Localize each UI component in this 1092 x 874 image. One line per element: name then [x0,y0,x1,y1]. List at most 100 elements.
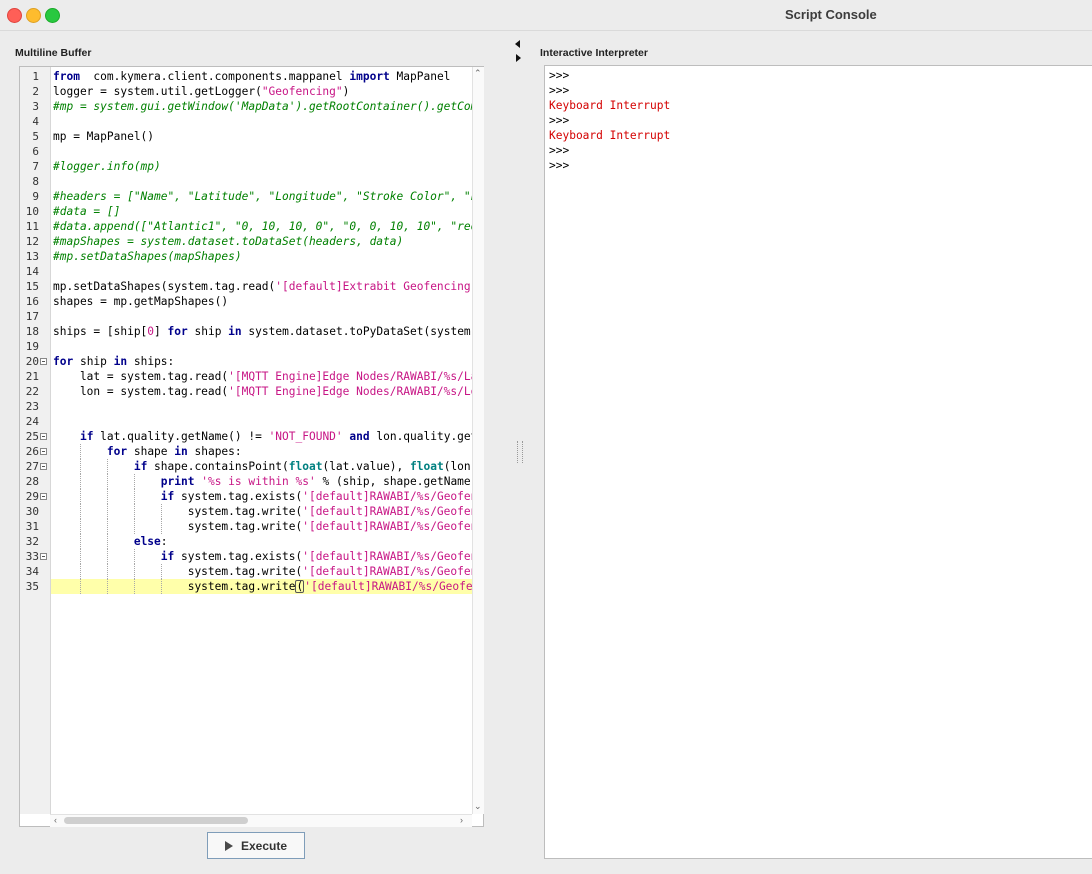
code-token: system.tag.write [53,580,296,593]
code-token: lon = system.tag.read( [53,385,229,398]
code-line[interactable]: #headers = ["Name", "Latitude", "Longitu… [51,189,472,204]
line-number: 25 [25,430,39,443]
code-token: if [79,430,94,443]
code-token: #mapShapes = system.dataset.toDataSet(he… [53,235,404,248]
code-area[interactable]: from com.kymera.client.components.mappan… [51,67,472,814]
execute-button[interactable]: Execute [207,832,305,859]
code-line[interactable]: #data = [] [51,204,472,219]
collapse-left-icon[interactable] [515,40,520,48]
vertical-scrollbar[interactable]: ⌃ ⌄ [472,67,484,814]
code-line[interactable]: #mapShapes = system.dataset.toDataSet(he… [51,234,472,249]
code-line[interactable] [51,309,472,324]
code-text: #logger.info(mp) [53,159,161,174]
code-line[interactable]: system.tag.write('[default]RAWABI/%s/Geo… [51,519,472,534]
line-number: 14 [25,265,39,278]
fold-toggle-icon[interactable] [40,448,47,455]
line-number: 1 [32,70,39,83]
code-line[interactable]: else: [51,534,472,549]
code-token: % (ship, shape.getName()) [322,475,472,488]
code-token: system.tag.write( [53,565,303,578]
code-line[interactable]: if system.tag.exists('[default]RAWABI/%s… [51,549,472,564]
code-line[interactable]: shapes = mp.getMapShapes() [51,294,472,309]
code-line[interactable] [51,264,472,279]
code-token: #mp.setDataShapes(mapShapes) [53,250,242,263]
fold-toggle-icon[interactable] [40,358,47,365]
code-line[interactable]: from com.kymera.client.components.mappan… [51,69,472,84]
code-line[interactable]: ships = [ship[0] for ship in system.data… [51,324,472,339]
code-line[interactable]: for ship in ships: [51,354,472,369]
line-number: 6 [32,145,39,158]
code-line[interactable]: for shape in shapes: [51,444,472,459]
code-line[interactable]: lon = system.tag.read('[MQTT Engine]Edge… [51,384,472,399]
fold-toggle-icon[interactable] [40,463,47,470]
code-token: print [160,475,195,488]
code-token: else [133,535,161,548]
code-line[interactable]: print '%s is within %s' % (ship, shape.g… [51,474,472,489]
title-bar: Script Console [0,0,1092,31]
multiline-buffer-label: Multiline Buffer [15,47,92,59]
code-token: if [133,460,148,473]
code-line[interactable]: #mp.setDataShapes(mapShapes) [51,249,472,264]
line-number: 35 [25,580,39,593]
code-text: for ship in ships: [53,354,174,369]
scroll-left-icon[interactable]: ‹ [54,815,57,825]
code-line[interactable] [51,339,472,354]
code-token: '[default]RAWABI/%s/Geofence' [302,520,472,533]
fold-toggle-icon[interactable] [40,493,47,500]
code-line[interactable]: mp.setDataShapes(system.tag.read('[defau… [51,279,472,294]
code-text: lon = system.tag.read('[MQTT Engine]Edge… [53,384,472,399]
code-line[interactable]: if shape.containsPoint(float(lat.value),… [51,459,472,474]
code-line[interactable]: lat = system.tag.read('[MQTT Engine]Edge… [51,369,472,384]
code-line[interactable]: logger = system.util.getLogger("Geofenci… [51,84,472,99]
code-token: logger = system.util.getLogger( [53,85,262,98]
scroll-right-icon[interactable]: › [460,815,463,825]
code-line[interactable]: #data.append(["Atlantic1", "0, 10, 10, 0… [51,219,472,234]
code-line[interactable]: system.tag.write('[default]RAWABI/%s/Geo… [51,564,472,579]
code-token: ] [154,325,168,338]
horizontal-scrollbar[interactable]: ‹ › [50,814,472,827]
code-token: system.tag.write( [53,520,303,533]
code-token: MapPanel [389,70,451,83]
window-title: Script Console [785,7,877,22]
code-token: ship [187,325,229,338]
line-number: 30 [25,505,39,518]
minimize-window-icon[interactable] [26,8,41,23]
splitter-grip[interactable] [517,441,523,463]
scroll-down-icon[interactable]: ⌄ [474,801,482,811]
fold-toggle-icon[interactable] [40,553,47,560]
line-number: 8 [32,175,39,188]
code-line[interactable]: #mp = system.gui.getWindow('MapData').ge… [51,99,472,114]
code-text: mp = MapPanel() [53,129,154,144]
code-line[interactable]: system.tag.write('[default]RAWABI/%s/Geo… [51,504,472,519]
code-line[interactable]: #logger.info(mp) [51,159,472,174]
horizontal-scroll-thumb[interactable] [64,817,248,824]
code-line[interactable] [51,174,472,189]
maximize-window-icon[interactable] [45,8,60,23]
code-line[interactable] [51,414,472,429]
code-token: float [288,460,323,473]
line-number: 7 [32,160,39,173]
close-window-icon[interactable] [7,8,22,23]
code-line[interactable] [51,114,472,129]
code-token: system.dataset.toPyDataSet(system.tag [248,325,472,338]
scroll-up-icon[interactable]: ⌃ [474,68,482,78]
code-line[interactable]: system.tag.write('[default]RAWABI/%s/Geo… [51,579,472,594]
line-number: 11 [25,220,39,233]
code-line[interactable] [51,144,472,159]
code-line[interactable]: if lat.quality.getName() != 'NOT_FOUND' … [51,429,472,444]
fold-toggle-icon[interactable] [40,433,47,440]
code-token: ships = [ship[ [53,325,148,338]
line-number: 9 [32,190,39,203]
code-editor[interactable]: 1 2 3 4 5 6 7 8 9 10 11 12 13 14 15 16 17 18 19 20 21 22 23 24 2… [19,66,484,827]
code-line[interactable]: mp = MapPanel() [51,129,472,144]
collapse-right-icon[interactable] [516,54,521,62]
code-line[interactable]: if system.tag.exists('[default]RAWABI/%s… [51,489,472,504]
interpreter-console[interactable]: >>> >>> Keyboard Interrupt >>> Keyboard Inte… [544,65,1092,859]
code-line[interactable] [51,399,472,414]
code-token: if [160,550,175,563]
code-text: lat = system.tag.read('[MQTT Engine]Edge… [53,369,472,384]
console-error-line: Keyboard Interrupt [549,129,671,142]
